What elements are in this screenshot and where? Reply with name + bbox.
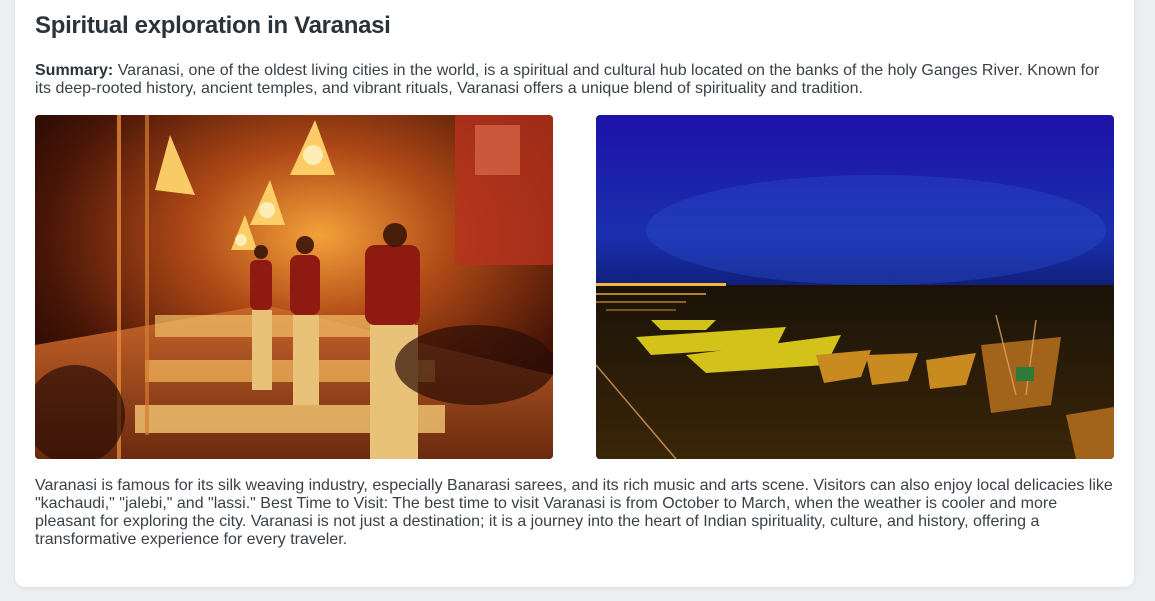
article-summary: Summary: Varanasi, one of the oldest liv… [35,62,1115,98]
article-body: Varanasi is famous for its silk weaving … [35,477,1113,548]
summary-text: Varanasi, one of the oldest living citie… [35,62,1100,97]
ganga-aarti-image [35,115,553,459]
boats-on-ganges-image [596,115,1114,459]
article-title: Spiritual exploration in Varanasi [35,12,391,39]
summary-label: Summary: [35,62,114,79]
